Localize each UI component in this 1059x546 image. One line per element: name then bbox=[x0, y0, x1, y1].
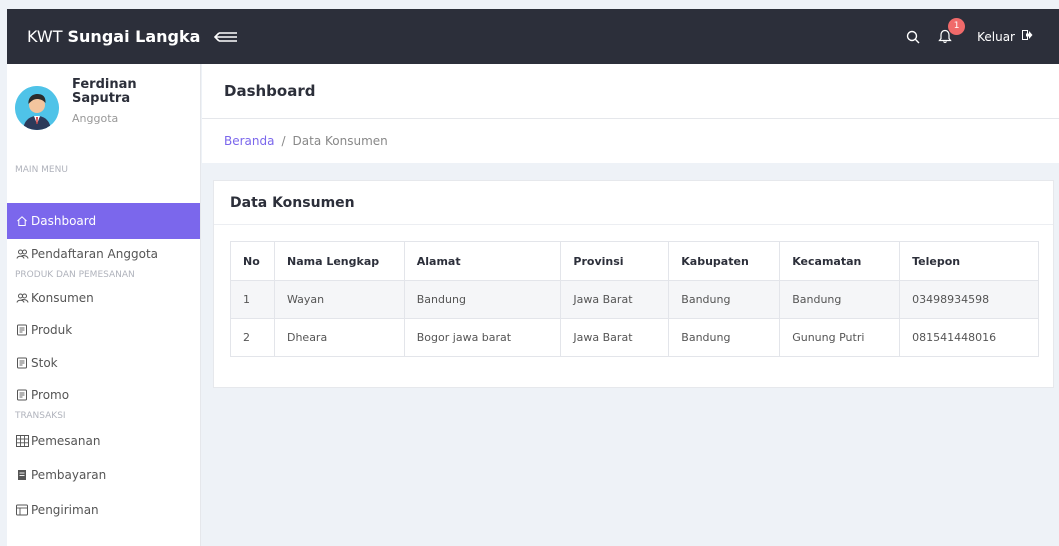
sidebar-item-stock[interactable]: Stok bbox=[7, 346, 200, 379]
table-row: 2 Dheara Bogor jawa barat Jawa Barat Ban… bbox=[230, 318, 1039, 357]
logout-label: Keluar bbox=[977, 29, 1015, 44]
document-icon bbox=[15, 357, 29, 369]
user-role: Anggota bbox=[72, 112, 119, 125]
users-icon bbox=[15, 292, 29, 304]
sidebar-item-label: Produk bbox=[31, 322, 73, 337]
column-header: Provinsi bbox=[560, 241, 670, 281]
home-icon bbox=[15, 215, 29, 227]
main-content: Dashboard Beranda / Data Konsumen Data K… bbox=[202, 64, 1059, 546]
breadcrumb: Beranda / Data Konsumen bbox=[202, 119, 1059, 163]
table-cell: Dheara bbox=[273, 318, 405, 357]
table-cell: 2 bbox=[230, 318, 275, 357]
table-row: 1 Wayan Bandung Jawa Barat Bandung Bandu… bbox=[230, 280, 1039, 319]
document-icon bbox=[15, 324, 29, 336]
brand-logo[interactable]: KWT Sungai Langka bbox=[7, 27, 200, 46]
table-cell: 081541448016 bbox=[899, 318, 1039, 357]
table-cell: 1 bbox=[230, 280, 275, 319]
section-label-main-menu: MAIN MENU bbox=[15, 165, 68, 175]
table-cell: Wayan bbox=[273, 280, 405, 319]
consumer-table: No Nama Lengkap Alamat Provinsi Kabupate… bbox=[230, 241, 1039, 357]
sidebar-item-dashboard[interactable]: Dashboard bbox=[7, 203, 200, 239]
sidebar-item-label: Konsumen bbox=[31, 291, 94, 305]
sidebar-item-payments[interactable]: Pembayaran bbox=[7, 457, 200, 493]
sidebar-item-label: Dashboard bbox=[31, 214, 97, 228]
exit-icon bbox=[1022, 30, 1033, 43]
sidebar-item-label: Pengiriman bbox=[31, 502, 99, 517]
card-header: Data Konsumen bbox=[214, 181, 1053, 225]
menu-toggle-icon[interactable] bbox=[214, 30, 238, 44]
breadcrumb-current: Data Konsumen bbox=[292, 134, 388, 148]
notification-badge: 1 bbox=[948, 17, 966, 35]
search-icon[interactable] bbox=[903, 27, 923, 47]
column-header: Nama Lengkap bbox=[273, 241, 405, 281]
user-name: Ferdinan Saputra bbox=[72, 77, 137, 106]
brand-prefix: KWT bbox=[27, 27, 63, 46]
consumer-data-card: Data Konsumen No Nama Lengkap Alamat Pro… bbox=[213, 180, 1054, 388]
brand-name: Sungai Langka bbox=[67, 27, 201, 46]
sidebar-item-member-registration[interactable]: Pendaftaran Anggota bbox=[7, 239, 200, 269]
user-profile: Ferdinan Saputra Anggota bbox=[7, 64, 200, 165]
sidebar-item-consumers[interactable]: Konsumen bbox=[7, 283, 200, 313]
column-header: Telepon bbox=[899, 241, 1039, 281]
sidebar-item-promo[interactable]: Promo bbox=[7, 379, 200, 410]
sidebar-item-label: Pemesanan bbox=[31, 433, 101, 448]
column-header: Alamat bbox=[403, 241, 562, 281]
breadcrumb-home-link[interactable]: Beranda bbox=[224, 134, 274, 148]
table-cell: Gunung Putri bbox=[779, 318, 901, 357]
table-cell: Bandung bbox=[668, 280, 781, 319]
window-icon bbox=[15, 504, 29, 516]
section-label-products: PRODUK DAN PEMESANAN bbox=[15, 270, 135, 280]
sidebar-item-label: Pembayaran bbox=[31, 468, 107, 482]
table-cell: Jawa Barat bbox=[560, 280, 670, 319]
sidebar: Ferdinan Saputra Anggota MAIN MENU Dashb… bbox=[7, 64, 201, 546]
sidebar-item-shipping[interactable]: Pengiriman bbox=[7, 493, 200, 526]
sidebar-item-label: Stok bbox=[31, 355, 58, 370]
sidebar-item-label: Pendaftaran Anggota bbox=[31, 247, 158, 261]
breadcrumb-separator: / bbox=[281, 134, 286, 148]
avatar bbox=[15, 86, 59, 130]
table-cell: Bogor jawa barat bbox=[403, 318, 562, 357]
grid-icon bbox=[15, 434, 29, 447]
column-header: Kabupaten bbox=[668, 241, 781, 281]
sidebar-item-label: Promo bbox=[31, 387, 70, 402]
table-cell: 03498934598 bbox=[899, 280, 1039, 319]
table-cell: Bandung bbox=[668, 318, 781, 357]
users-icon bbox=[15, 248, 29, 260]
table-cell: Bandung bbox=[403, 280, 562, 319]
column-header: No bbox=[230, 241, 275, 281]
table-cell: Jawa Barat bbox=[560, 318, 670, 357]
receipt-icon bbox=[15, 469, 29, 481]
page-header: Dashboard bbox=[202, 64, 1059, 119]
top-actions: 1 Keluar bbox=[903, 17, 1059, 47]
logout-button[interactable]: Keluar bbox=[977, 30, 1033, 44]
top-navbar: KWT Sungai Langka 1 Keluar bbox=[7, 9, 1059, 64]
table-header-row: No Nama Lengkap Alamat Provinsi Kabupate… bbox=[230, 241, 1039, 281]
card-title: Data Konsumen bbox=[230, 194, 355, 211]
notification-bell-icon[interactable]: 1 bbox=[935, 17, 966, 47]
table-cell: Bandung bbox=[779, 280, 901, 319]
sidebar-item-products[interactable]: Produk bbox=[7, 313, 200, 346]
document-icon bbox=[15, 389, 29, 401]
page-title: Dashboard bbox=[224, 82, 316, 100]
section-label-transactions: TRANSAKSI bbox=[15, 411, 66, 421]
column-header: Kecamatan bbox=[779, 241, 901, 281]
sidebar-item-orders[interactable]: Pemesanan bbox=[7, 424, 200, 457]
